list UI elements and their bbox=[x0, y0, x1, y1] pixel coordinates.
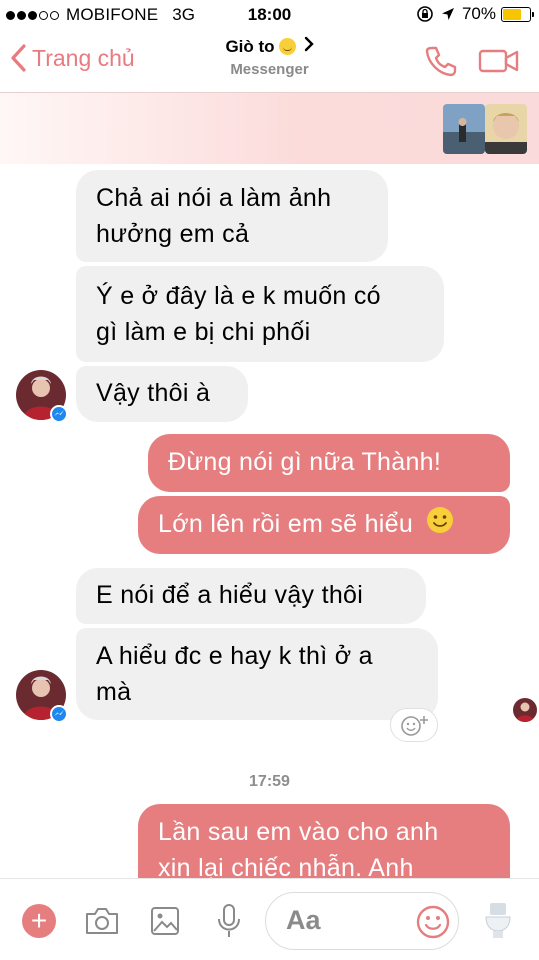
camera-icon bbox=[86, 908, 118, 934]
conversation-title[interactable]: Giò to Messenger bbox=[0, 36, 539, 78]
status-right: 70% bbox=[416, 4, 534, 24]
image-icon bbox=[151, 907, 179, 935]
battery-icon bbox=[501, 6, 534, 22]
voice-button[interactable] bbox=[216, 903, 242, 944]
microphone-icon bbox=[218, 904, 240, 937]
gallery-button[interactable] bbox=[150, 906, 180, 941]
participant-photo-2 bbox=[485, 104, 527, 154]
message-line: gì làm e bị chi phối bbox=[96, 318, 311, 346]
slightly-smiling-emoji-icon bbox=[426, 506, 454, 544]
phone-icon bbox=[425, 46, 457, 77]
participant-avatars[interactable] bbox=[443, 104, 527, 154]
message-line: Đừng nói gì nữa Thành! bbox=[168, 448, 442, 476]
plus-button[interactable]: + bbox=[22, 904, 56, 938]
message-bubble-incoming[interactable]: Chả ai nói a làm ảnh hưởng em cả bbox=[76, 170, 388, 262]
message-bubble-incoming[interactable]: E nói để a hiểu vậy thôi bbox=[76, 568, 426, 624]
message-line: Lớn lên rồi em sẽ hiểu bbox=[158, 510, 414, 538]
message-line: Lần sau em vào cho anh bbox=[158, 818, 439, 846]
contact-name: Giò to bbox=[225, 36, 275, 56]
plus-icon: + bbox=[30, 905, 48, 936]
message-line: mà bbox=[96, 678, 132, 706]
location-arrow-icon bbox=[441, 8, 454, 20]
message-composer: + Aa bbox=[0, 878, 539, 960]
seen-receipt-avatar bbox=[513, 698, 537, 722]
message-timestamp: 17:59 bbox=[249, 773, 290, 790]
chevron-right-icon bbox=[304, 36, 314, 57]
messenger-badge-icon bbox=[50, 405, 68, 423]
active-participants-band bbox=[0, 92, 539, 164]
nav-bar: Trang chủ Giò to Messenger bbox=[0, 30, 539, 92]
message-line: Vậy thôi à bbox=[96, 379, 211, 407]
video-call-button[interactable] bbox=[478, 48, 520, 79]
smiling-emoji-icon bbox=[278, 38, 296, 55]
sticker-button[interactable] bbox=[482, 901, 512, 946]
message-bubble-incoming[interactable]: Ý e ở đây là e k muốn có gì làm e bị chi… bbox=[76, 266, 444, 362]
message-line: hưởng em cả bbox=[96, 220, 250, 248]
conversation-subtitle: Messenger bbox=[230, 61, 309, 78]
messenger-badge-icon bbox=[50, 705, 68, 723]
message-bubble-outgoing[interactable]: Đừng nói gì nữa Thành! bbox=[148, 434, 510, 492]
battery-fill bbox=[503, 8, 521, 20]
message-line: Ý e ở đây là e k muốn có bbox=[96, 282, 381, 310]
toilet-sticker-icon bbox=[485, 903, 511, 938]
emoji-icon bbox=[416, 905, 450, 939]
message-input-placeholder: Aa bbox=[286, 905, 321, 935]
add-reaction-icon bbox=[401, 716, 428, 736]
add-reaction-button[interactable] bbox=[390, 708, 438, 742]
message-bubble-incoming[interactable]: Vậy thôi à bbox=[76, 366, 248, 422]
participant-photo-1 bbox=[443, 104, 485, 154]
emoji-button[interactable] bbox=[416, 905, 450, 944]
message-line: Chả ai nói a làm ảnh bbox=[96, 184, 332, 212]
battery-percent: 70% bbox=[461, 4, 496, 23]
phone-call-button[interactable] bbox=[424, 44, 458, 83]
message-line: E nói để a hiểu vậy thôi bbox=[96, 581, 364, 609]
message-bubble-incoming[interactable]: A hiểu đc e hay k thì ở a mà bbox=[76, 628, 438, 720]
status-bar: MOBIFONE 3G 18:00 70% bbox=[0, 0, 539, 30]
rotation-lock-icon bbox=[417, 6, 433, 22]
camera-button[interactable] bbox=[84, 906, 120, 941]
message-bubble-outgoing[interactable]: Lớn lên rồi em sẽ hiểu bbox=[138, 496, 510, 554]
message-line: A hiểu đc e hay k thì ở a bbox=[96, 642, 373, 670]
video-camera-icon bbox=[478, 49, 519, 73]
